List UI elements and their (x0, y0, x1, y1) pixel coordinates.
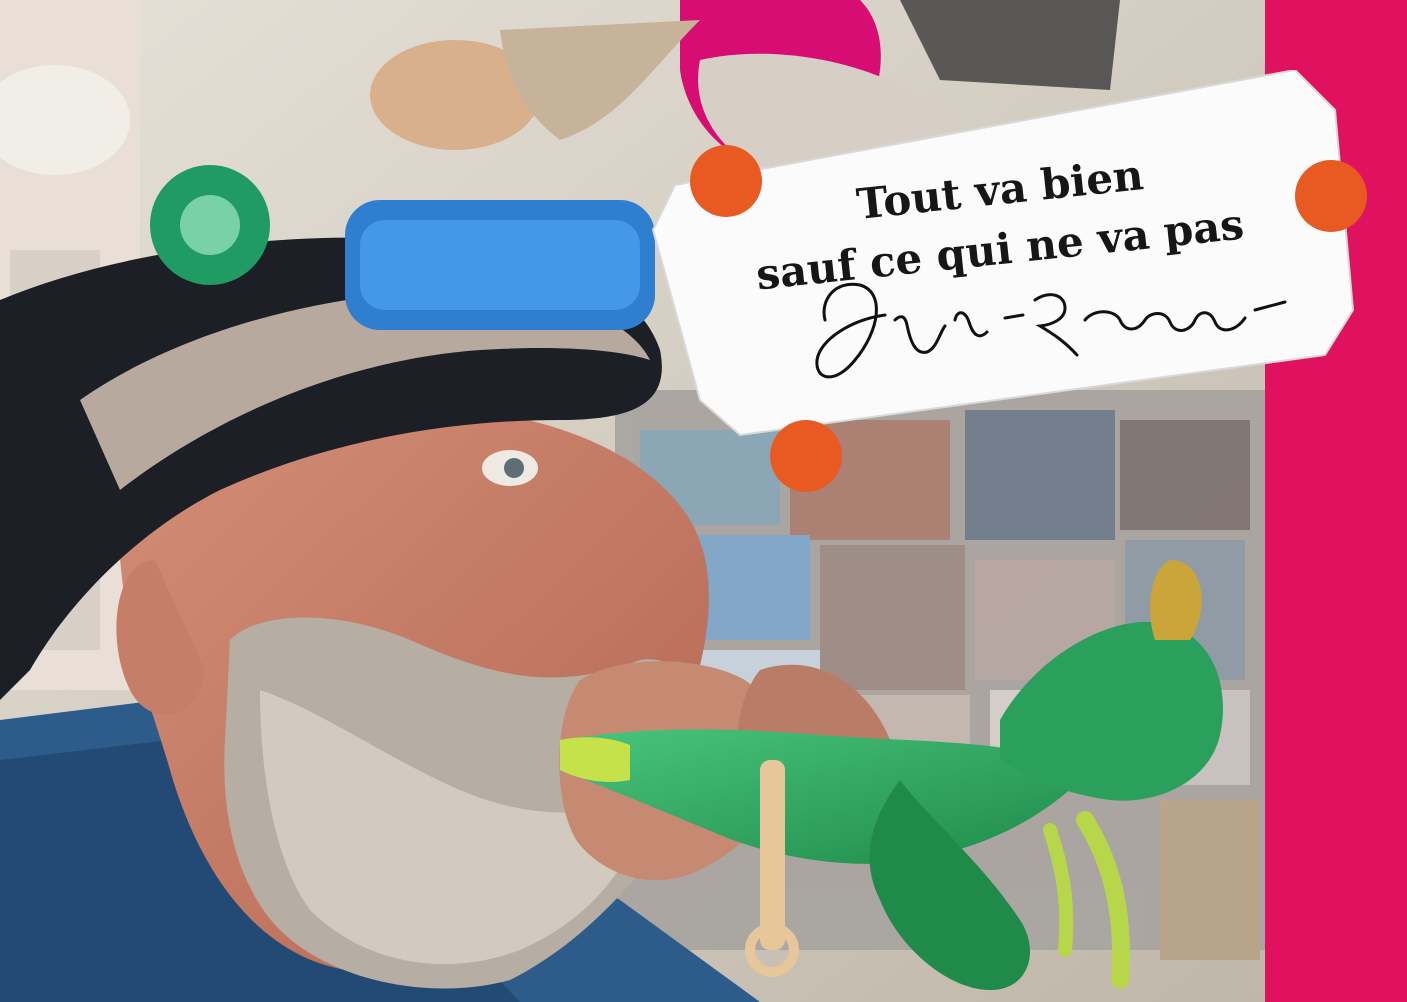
orange-dot-top-right (1295, 160, 1367, 232)
poster-page: Tout va bien sauf ce qui ne va pas (0, 0, 1407, 1002)
orange-dot-top-left (690, 145, 762, 217)
quote-label-card: Tout va bien sauf ce qui ne va pas (645, 68, 1367, 492)
orange-dot-bottom-left (770, 420, 842, 492)
